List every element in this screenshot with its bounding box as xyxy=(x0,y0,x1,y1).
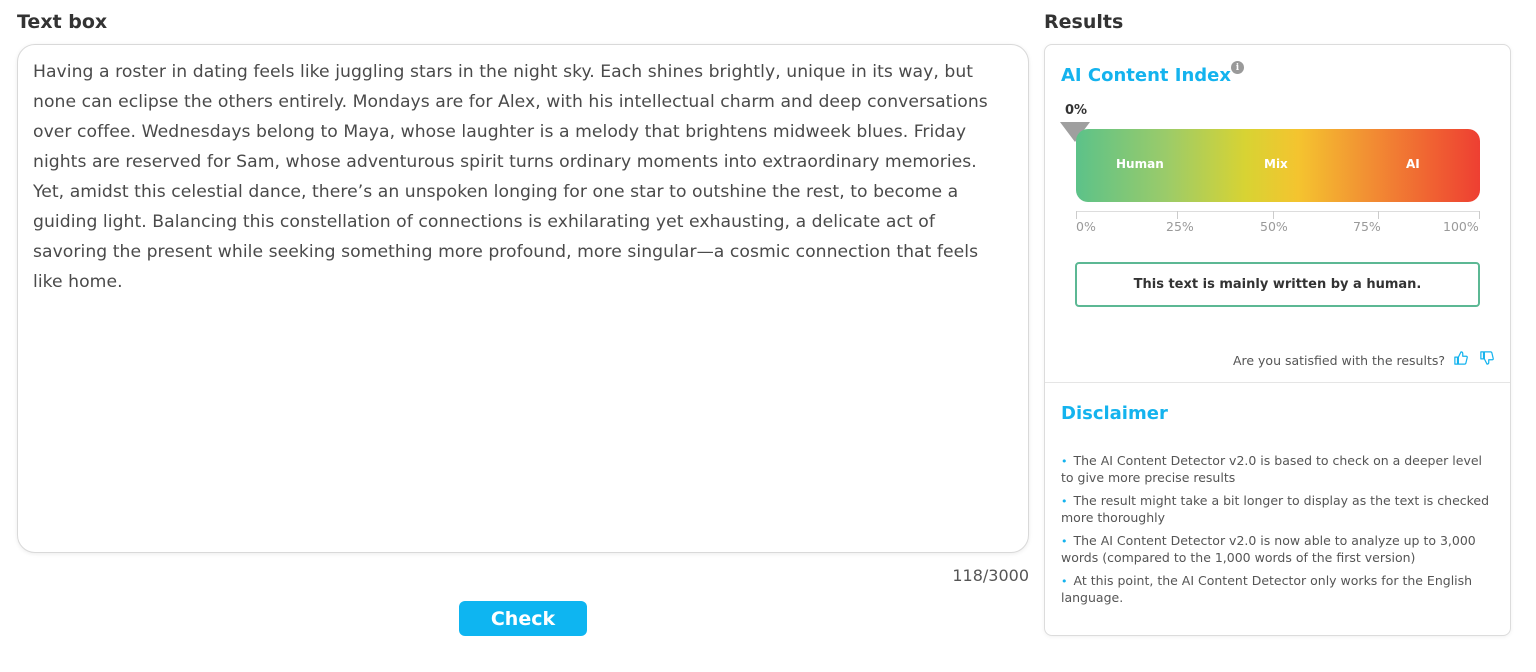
scale-label-25: 25% xyxy=(1166,219,1194,234)
info-icon[interactable]: i xyxy=(1231,61,1244,74)
scale-axis xyxy=(1076,211,1480,212)
bullet-icon: • xyxy=(1061,495,1068,508)
ai-score-gradient-bar: Human Mix AI xyxy=(1076,129,1480,202)
bullet-icon: • xyxy=(1061,455,1068,468)
disclaimer-item: • At this point, the AI Content Detector … xyxy=(1061,573,1491,606)
disclaimer-item-text: At this point, the AI Content Detector o… xyxy=(1061,573,1473,605)
disclaimer-item-text: The AI Content Detector v2.0 is now able… xyxy=(1061,533,1476,565)
character-count: 118/3000 xyxy=(952,566,1029,585)
bar-label-human: Human xyxy=(1116,157,1164,171)
ai-score-value: 0% xyxy=(1065,103,1088,118)
disclaimer-item: • The AI Content Detector v2.0 is now abl… xyxy=(1061,533,1491,566)
thumbs-up-icon[interactable] xyxy=(1454,351,1468,365)
scale-label-0: 0% xyxy=(1076,219,1096,234)
thumbs-down-icon[interactable] xyxy=(1480,351,1494,365)
bullet-icon: • xyxy=(1061,575,1068,588)
disclaimer-item: • The result might take a bit longer to d… xyxy=(1061,493,1491,526)
bar-label-ai: AI xyxy=(1406,157,1420,171)
scale-label-50: 50% xyxy=(1260,219,1288,234)
check-button[interactable]: Check xyxy=(459,601,587,636)
text-input-area[interactable]: Having a roster in dating feels like jug… xyxy=(17,44,1029,553)
disclaimer-item-text: The AI Content Detector v2.0 is based to… xyxy=(1061,453,1483,485)
disclaimer-title: Disclaimer xyxy=(1061,403,1168,424)
verdict-box: This text is mainly written by a human. xyxy=(1075,262,1480,307)
scale-tick xyxy=(1378,211,1379,219)
satisfaction-prompt: Are you satisfied with the results? xyxy=(1232,353,1445,368)
bullet-icon: • xyxy=(1061,535,1068,548)
disclaimer-list: • The AI Content Detector v2.0 is based t… xyxy=(1061,453,1491,613)
disclaimer-item-text: The result might take a bit longer to di… xyxy=(1061,493,1490,525)
text-input-content[interactable]: Having a roster in dating feels like jug… xyxy=(33,57,1013,297)
results-title: Results xyxy=(1044,11,1124,33)
scale-label-75: 75% xyxy=(1353,219,1381,234)
textbox-title: Text box xyxy=(17,11,108,33)
scale-tick xyxy=(1273,211,1274,219)
disclaimer-item: • The AI Content Detector v2.0 is based t… xyxy=(1061,453,1491,486)
scale-tick xyxy=(1177,211,1178,219)
scale-tick xyxy=(1076,211,1077,219)
bar-label-mix: Mix xyxy=(1264,157,1288,171)
results-panel: AI Content Index i 0% Human Mix AI 0% 25… xyxy=(1044,44,1511,636)
scale-label-100: 100% xyxy=(1443,219,1479,234)
section-divider xyxy=(1045,382,1510,383)
scale-tick xyxy=(1479,211,1480,219)
ai-content-index-title: AI Content Index xyxy=(1061,65,1231,86)
